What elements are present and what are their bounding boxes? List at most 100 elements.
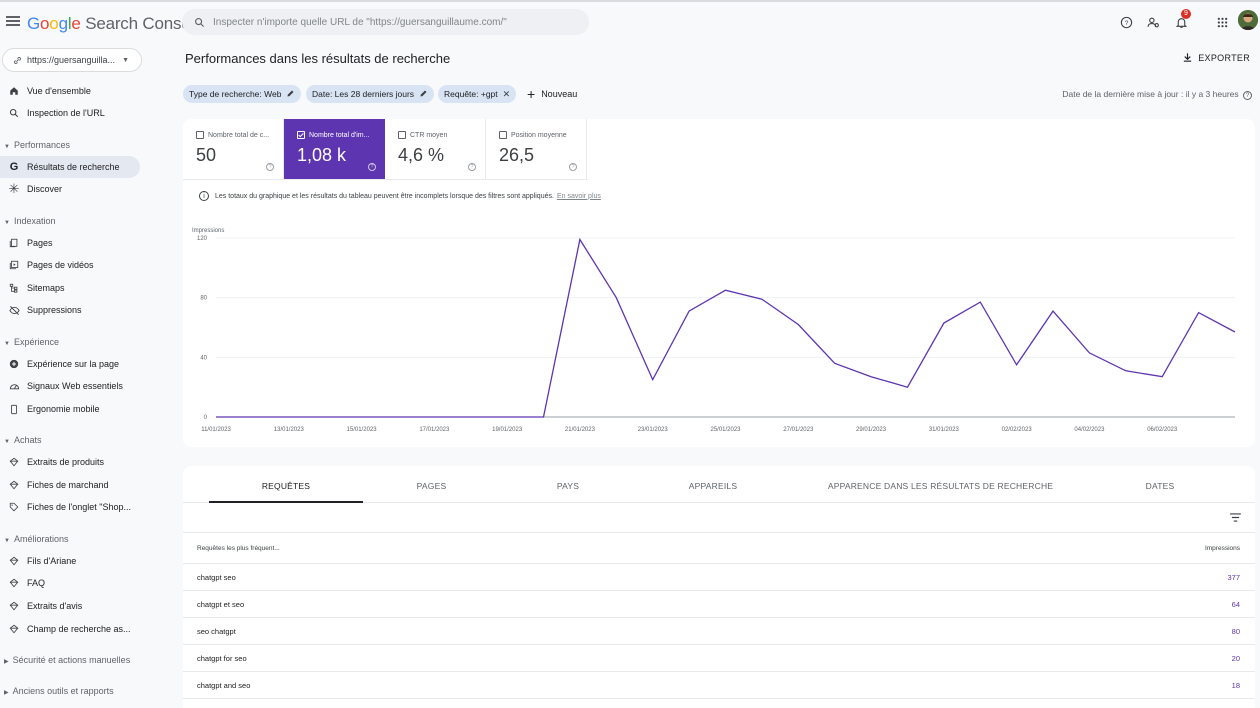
checkbox[interactable] [398,131,406,139]
sidebar-item-url-inspection[interactable]: Inspection de l'URL [0,102,140,124]
tab-dates[interactable]: DATES [1110,481,1210,491]
table-row[interactable]: chatgpt et seo 64 [183,591,1255,618]
sidebar-item-overview[interactable]: Vue d'ensemble [0,80,140,102]
sidebar-item-video-pages[interactable]: Pages de vidéos [0,254,140,276]
table-row[interactable]: seo chatgpt 80 [183,618,1255,645]
avatar[interactable] [1238,10,1258,30]
section-label: Anciens outils et rapports [12,686,114,696]
page-title: Performances dans les résultats de reche… [185,51,451,66]
section-performances[interactable]: ▼ Performances [4,140,70,150]
sidebar-item-pages[interactable]: Pages [0,232,140,254]
query-cell: chatgpt for seo [197,654,247,663]
sidebar-item-sitelinks-searchbox[interactable]: Champ de recherche as... [0,618,140,640]
pencil-icon[interactable] [419,89,428,100]
impressions-cell: 377 [1227,573,1240,582]
apps-icon[interactable] [1212,12,1232,32]
help-icon[interactable]: ? [1243,91,1252,100]
x-tick-label: 13/01/2023 [274,427,305,433]
bell-icon[interactable]: 9 [1171,9,1191,32]
filter-chip-date[interactable]: Date: Les 28 derniers jours [306,85,435,103]
metric-position[interactable]: Position moyenne 26,5 ? [486,119,587,179]
section-indexation[interactable]: ▼ Indexation [4,216,56,226]
query-cell: chatgpt and seo [197,681,251,690]
results-table-card: REQUÊTES PAGES PAYS APPAREILS APPARENCE … [183,466,1255,708]
sidebar-item-breadcrumbs[interactable]: Fils d'Ariane [0,550,140,572]
new-filter-button[interactable]: + Nouveau [527,85,577,103]
checkbox[interactable] [499,131,507,139]
impressions-line-chart[interactable]: Impressions 120 80 40 0 11/01/2023 13/01/202… [183,224,1255,434]
help-icon[interactable]: ? [1116,12,1136,32]
table-row[interactable]: chatgpt for seo 20 [183,645,1255,672]
tab-devices[interactable]: APPAREILS [663,481,763,491]
tab-queries[interactable]: REQUÊTES [209,481,363,491]
tab-countries[interactable]: PAYS [518,481,618,491]
help-icon[interactable]: ? [468,163,476,171]
users-icon[interactable] [1143,12,1163,32]
sidebar-item-faq[interactable]: FAQ [0,572,140,594]
sidebar-item-mobile-usability[interactable]: Ergonomie mobile [0,398,140,420]
property-url: https://guersanguilla... [27,55,116,65]
sidebar-item-product-snippets[interactable]: Extraits de produits [0,451,140,473]
section-label: Améliorations [13,534,69,544]
section-security[interactable]: ▶ Sécurité et actions manuelles [4,655,130,665]
x-tick-label: 11/01/2023 [201,427,231,433]
asterisk-icon: ✳ [8,181,20,196]
sidebar-item-shopping-tab[interactable]: Fiches de l'onglet "Shop... [0,496,140,518]
y-axis-label: Impressions [192,228,224,234]
section-experience[interactable]: ▼ Expérience [4,337,59,347]
link-icon [14,56,21,64]
metric-ctr[interactable]: CTR moyen 4,6 % ? [385,119,486,179]
logo-letter: g [58,14,68,33]
section-shopping[interactable]: ▼ Achats [4,435,41,445]
help-icon[interactable]: ? [569,163,577,171]
filter-chip-search-type[interactable]: Type de recherche: Web [183,85,302,103]
filter-chip-query[interactable]: Requête: +gpt ✕ [438,85,517,103]
metric-impressions[interactable]: Nombre total d'im... 1,08 k ? [284,119,385,179]
last-update-text: Date de la dernière mise à jour : il y a… [1062,89,1252,100]
table-header: Requêtes les plus fréquent... Impression… [183,532,1255,564]
sidebar-item-label: Fils d'Ariane [27,556,77,566]
section-legacy-tools[interactable]: ▶ Anciens outils et rapports [4,686,114,696]
sidebar-item-discover[interactable]: ✳ Discover [0,178,140,200]
notification-badge: 9 [1181,9,1191,19]
table-row[interactable]: chatgpt seo 377 [183,564,1255,591]
tab-pages[interactable]: PAGES [379,481,484,491]
url-inspect-search[interactable] [182,9,589,35]
sidebar-item-removals[interactable]: Suppressions [0,299,140,321]
column-header-impressions[interactable]: Impressions [1205,545,1240,552]
close-icon[interactable]: ✕ [503,89,511,100]
sidebar-item-review-snippets[interactable]: Extraits d'avis [0,595,140,617]
sidebar-item-search-results[interactable]: G Résultats de recherche [0,156,140,178]
x-tick-label: 25/01/2023 [710,427,741,433]
logo[interactable]: Google Search Console [27,14,204,34]
export-button[interactable]: EXPORTER [1182,52,1250,63]
metric-clicks[interactable]: Nombre total de c... 50 ? [183,119,284,179]
tab-search-appearance[interactable]: APPARENCE DANS LES RÉSULTATS DE RECHERCH… [823,481,1058,491]
help-icon[interactable]: ? [368,163,376,171]
sidebar-item-label: Fiches de l'onglet "Shop... [27,502,131,512]
sidebar-item-page-experience[interactable]: Expérience sur la page [0,353,140,375]
menu-icon[interactable] [6,14,20,28]
filter-icon[interactable] [1230,511,1241,525]
checkbox[interactable] [196,131,204,139]
last-update-label: Date de la dernière mise à jour : il y a… [1062,89,1239,99]
sidebar-item-sitemaps[interactable]: Sitemaps [0,277,140,299]
column-header-queries[interactable]: Requêtes les plus fréquent... [197,545,280,552]
diamond-icon [8,555,20,567]
pencil-icon[interactable] [286,89,295,100]
sidebar-item-core-web-vitals[interactable]: Signaux Web essentiels [0,375,140,397]
checkbox-checked[interactable] [297,131,305,139]
metric-label: Position moyenne [511,131,567,139]
property-selector[interactable]: https://guersanguilla... ▼ [2,48,142,72]
x-tick-label: 17/01/2023 [419,427,450,433]
table-row[interactable]: chatgpt and seo 18 [183,672,1255,699]
learn-more-link[interactable]: En savoir plus [557,193,601,200]
eye-off-icon [8,304,20,316]
search-input[interactable] [213,16,573,28]
sidebar-item-merchant-listings[interactable]: Fiches de marchand [0,474,140,496]
x-tick-label: 02/02/2023 [1002,427,1033,433]
metric-label: Nombre total d'im... [309,131,370,139]
help-icon[interactable]: ? [266,163,274,171]
sidebar-item-label: Signaux Web essentiels [27,381,123,391]
section-enhancements[interactable]: ▼ Améliorations [4,534,68,544]
